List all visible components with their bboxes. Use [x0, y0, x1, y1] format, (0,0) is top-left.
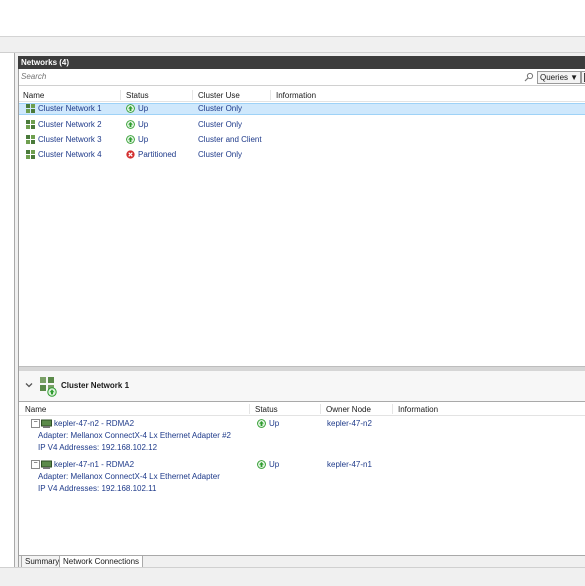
chevron-down-icon[interactable] — [25, 381, 33, 389]
status-up-icon — [126, 135, 135, 144]
connection-adapter: Adapter: Mellanox ConnectX-4 Lx Ethernet… — [38, 472, 220, 481]
queries-label: Queries — [540, 73, 569, 82]
network-cluster-use: Cluster Only — [198, 150, 243, 159]
status-up-icon — [126, 120, 135, 129]
status-up-icon — [257, 460, 266, 469]
connection-owner: kepler-47-n1 — [327, 460, 372, 469]
connection-ip: IP V4 Addresses: 192.168.102.12 — [38, 443, 158, 452]
status-error-icon — [126, 150, 135, 159]
connection-status: Up — [269, 460, 280, 469]
network-adapter-icon — [41, 460, 52, 469]
status-bar — [0, 567, 585, 586]
queries-button[interactable]: Queries ▼ — [537, 71, 581, 84]
network-status: Up — [138, 135, 149, 144]
column-status[interactable]: Status — [255, 405, 278, 414]
pane-title: Networks (4) — [21, 58, 70, 67]
connection-name: kepler-47-n2 - RDMA2 — [54, 419, 135, 428]
column-name[interactable]: Name — [25, 405, 46, 414]
column-divider[interactable] — [392, 404, 393, 414]
network-status: Up — [138, 104, 149, 113]
detail-header: Cluster Network 1 — [19, 371, 585, 402]
network-row[interactable]: Cluster Network 1 Up Cluster Only — [19, 103, 585, 115]
column-information[interactable]: Information — [398, 405, 438, 414]
network-icon — [26, 150, 35, 159]
save-query-button[interactable]: ▼ — [581, 71, 585, 84]
secondary-bar — [0, 37, 585, 53]
detail-title: Cluster Network 1 — [61, 381, 130, 390]
network-adapter-icon — [41, 419, 52, 428]
column-divider[interactable] — [120, 90, 121, 100]
connection-item[interactable]: − kepler-47-n1 - RDMA2 Adapter: Mellanox… — [19, 460, 585, 496]
column-name[interactable]: Name — [23, 91, 44, 100]
network-status: Partitioned — [138, 150, 177, 159]
network-icon — [40, 377, 57, 397]
network-name: Cluster Network 3 — [38, 135, 102, 144]
networks-column-header: Name Status Cluster Use Information — [19, 90, 585, 102]
network-icon — [26, 120, 35, 129]
chevron-down-icon: ▼ — [570, 73, 578, 82]
network-cluster-use: Cluster and Client — [198, 135, 262, 144]
network-row[interactable]: Cluster Network 3 Up Cluster and Client — [19, 134, 585, 146]
connection-ip: IP V4 Addresses: 192.168.102.11 — [38, 484, 157, 493]
network-row[interactable]: Cluster Network 4 Partitioned Cluster On… — [19, 149, 585, 161]
network-icon — [26, 104, 35, 113]
status-up-icon — [126, 104, 135, 113]
connection-adapter: Adapter: Mellanox ConnectX-4 Lx Ethernet… — [38, 431, 232, 440]
search-icon[interactable] — [524, 72, 534, 82]
connection-owner: kepler-47-n2 — [327, 419, 372, 428]
column-divider[interactable] — [249, 404, 250, 414]
collapse-toggle[interactable]: − — [31, 460, 40, 469]
connections-column-header: Name Status Owner Node Information — [19, 404, 585, 416]
status-up-icon — [257, 419, 266, 428]
network-name: Cluster Network 2 — [38, 120, 102, 129]
network-row[interactable]: Cluster Network 2 Up Cluster Only — [19, 119, 585, 131]
network-status: Up — [138, 120, 149, 129]
network-name: Cluster Network 4 — [38, 150, 102, 159]
network-cluster-use: Cluster Only — [198, 104, 243, 113]
network-cluster-use: Cluster Only — [198, 120, 243, 129]
column-information[interactable]: Information — [276, 91, 316, 100]
search-input[interactable] — [21, 71, 501, 82]
column-owner-node[interactable]: Owner Node — [326, 405, 371, 414]
network-icon — [26, 135, 35, 144]
column-cluster-use[interactable]: Cluster Use — [198, 91, 240, 100]
column-divider[interactable] — [320, 404, 321, 414]
network-name: Cluster Network 1 — [38, 104, 102, 113]
column-divider[interactable] — [192, 90, 193, 100]
column-divider[interactable] — [270, 90, 271, 100]
collapse-toggle[interactable]: − — [31, 419, 40, 428]
search-row: Queries ▼ ▼ — [19, 70, 585, 86]
connection-name: kepler-47-n1 - RDMA2 — [54, 460, 135, 469]
networks-pane-header: Networks (4) — [18, 56, 585, 69]
top-toolbar-area — [0, 0, 585, 37]
connection-item[interactable]: − kepler-47-n2 - RDMA2 Adapter: Mellanox… — [19, 419, 585, 455]
column-status[interactable]: Status — [126, 91, 149, 100]
navigation-pane[interactable] — [0, 53, 15, 567]
connection-status: Up — [269, 419, 280, 428]
